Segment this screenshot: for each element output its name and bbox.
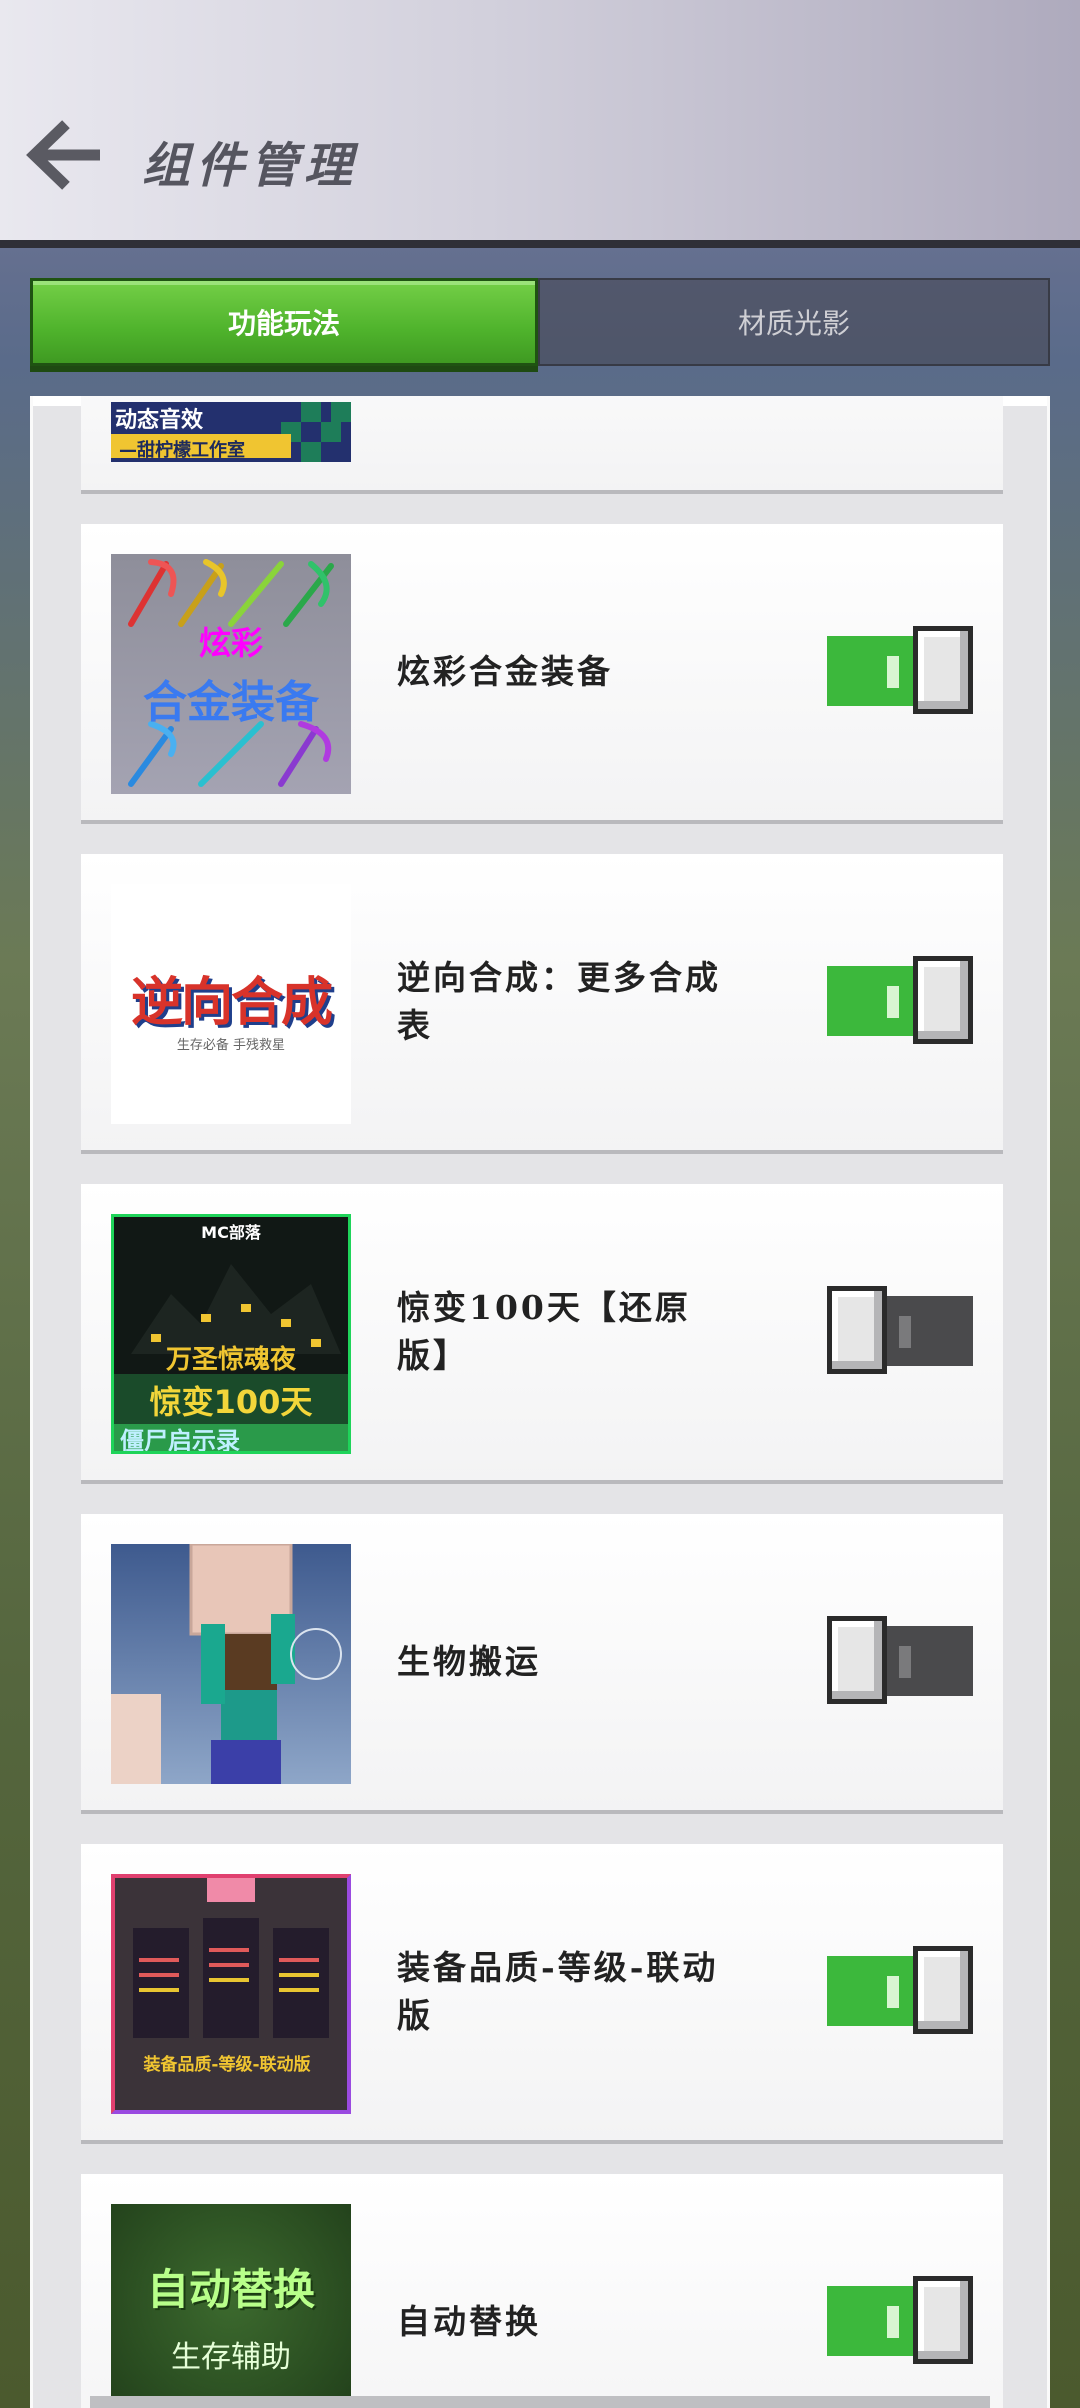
- thumb-text: 合金装备: [143, 677, 319, 728]
- toggle-indicator: [899, 1316, 911, 1348]
- enable-toggle[interactable]: [827, 1616, 977, 1708]
- enable-toggle[interactable]: [827, 1286, 977, 1378]
- toggle-knob: [913, 626, 973, 714]
- enable-toggle[interactable]: [827, 626, 977, 718]
- thumb-text: 生存必备 手残救星: [176, 1038, 286, 1053]
- thumb-text: 炫彩: [198, 624, 263, 662]
- addon-thumbnail: 逆向合成 生存必备 手残救星: [111, 884, 351, 1124]
- thumb-text: 惊变100天: [149, 1383, 313, 1421]
- tab-textures[interactable]: 材质光影: [538, 278, 1050, 366]
- addon-thumbnail: 装备品质-等级-联动版: [111, 1874, 351, 2114]
- toggle-knob: [827, 1286, 887, 1374]
- toggle-knob: [827, 1616, 887, 1704]
- enable-toggle[interactable]: [827, 956, 977, 1048]
- tab-bar: 功能玩法 材质光影: [30, 278, 1050, 366]
- toggle-indicator: [887, 656, 899, 688]
- toggle-knob: [913, 1946, 973, 2034]
- addon-thumbnail: 自动替换 生存辅助: [111, 2204, 351, 2408]
- addon-name: 自动替换: [397, 2302, 541, 2341]
- toggle-knob: [913, 956, 973, 1044]
- list-item[interactable]: 生物搬运: [81, 1514, 1003, 1814]
- list-item[interactable]: 逆向合成 生存必备 手残救星 逆向合成：更多合成表: [81, 854, 1003, 1154]
- toggle-indicator: [887, 1976, 899, 2008]
- thumb-text: —甜柠檬工作室: [119, 440, 245, 461]
- back-arrow-icon[interactable]: [22, 120, 106, 190]
- thumb-text: 万圣惊魂夜: [165, 1345, 296, 1375]
- tab-features[interactable]: 功能玩法: [30, 278, 538, 366]
- scroll-edge: [90, 2396, 990, 2408]
- addon-name: 生物搬运: [397, 1642, 541, 1681]
- addon-thumbnail: 动态音效 —甜柠檬工作室: [111, 402, 351, 462]
- thumb-text: 逆向合成: [130, 973, 333, 1033]
- addon-list[interactable]: 动态音效 —甜柠檬工作室 炫彩 合金装备 炫彩合金装备 逆向合成 生存必备 手残…: [30, 396, 1050, 2408]
- page-title: 组件管理: [142, 138, 359, 194]
- enable-toggle[interactable]: [827, 2276, 977, 2368]
- list-item-partial[interactable]: 动态音效 —甜柠檬工作室: [81, 396, 1003, 494]
- list-item[interactable]: 炫彩 合金装备 炫彩合金装备: [81, 524, 1003, 824]
- toggle-indicator: [899, 1646, 911, 1678]
- thumb-text: 动态音效: [115, 408, 204, 433]
- header-bar: 组件管理: [0, 0, 1080, 248]
- addon-thumbnail: [111, 1544, 351, 1784]
- thumb-text: 装备品质-等级-联动版: [143, 2055, 311, 2075]
- addon-name: 逆向合成：更多合成表: [397, 958, 721, 1045]
- addon-thumbnail: MC部落 万圣惊魂夜 惊变100天 僵尸启示录: [111, 1214, 351, 1454]
- list-item[interactable]: 自动替换 生存辅助 自动替换: [81, 2174, 1003, 2408]
- addon-name: 惊变100天【还原版】: [397, 1288, 691, 1375]
- thumb-text: 僵尸启示录: [120, 1427, 240, 1454]
- addon-name: 炫彩合金装备: [397, 652, 613, 691]
- toggle-indicator: [887, 2306, 899, 2338]
- list-item[interactable]: MC部落 万圣惊魂夜 惊变100天 僵尸启示录 惊变100天【还原版】: [81, 1184, 1003, 1484]
- thumb-text: MC部落: [201, 1223, 261, 1242]
- toggle-indicator: [887, 986, 899, 1018]
- thumb-text: 自动替换: [146, 2265, 315, 2314]
- enable-toggle[interactable]: [827, 1946, 977, 2038]
- toggle-knob: [913, 2276, 973, 2364]
- list-item[interactable]: 装备品质-等级-联动版 装备品质-等级-联动版: [81, 1844, 1003, 2144]
- addon-name: 装备品质-等级-联动版: [397, 1948, 719, 2035]
- thumb-text: 生存辅助: [171, 2340, 291, 2375]
- addon-thumbnail: 炫彩 合金装备: [111, 554, 351, 794]
